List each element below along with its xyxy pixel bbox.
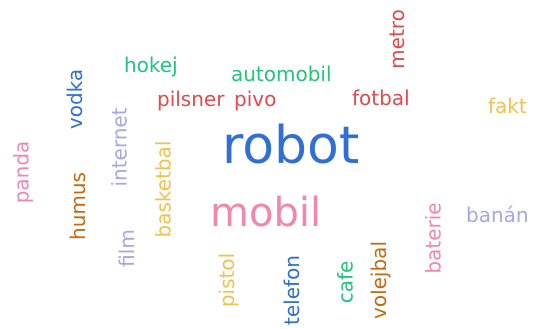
word-humus: humus — [65, 172, 90, 240]
word-banan: banán — [466, 203, 529, 227]
word-fotbal: fotbal — [352, 86, 410, 110]
word-pistol: pistol — [215, 252, 240, 308]
word-volejbal: volejbal — [367, 241, 391, 319]
word-pilsner: pilsner — [157, 87, 225, 111]
word-cafe: cafe — [333, 260, 358, 304]
word-fakt: fakt — [488, 94, 527, 118]
word-hokej: hokej — [124, 53, 178, 77]
word-pivo: pivo — [234, 87, 277, 111]
word-telefon: telefon — [279, 255, 304, 325]
word-basketbal: basketbal — [151, 140, 176, 238]
word-internet: internet — [107, 107, 132, 187]
word-cloud: robot mobil hokej automobil pilsner pivo… — [0, 0, 538, 329]
word-metro: metro — [384, 9, 409, 69]
word-vodka: vodka — [63, 68, 88, 130]
word-panda: panda — [9, 140, 34, 204]
word-robot: robot — [222, 116, 360, 176]
word-mobil: mobil — [210, 190, 322, 236]
word-film: film — [114, 229, 139, 267]
word-automobil: automobil — [231, 62, 332, 86]
word-baterie: baterie — [421, 202, 446, 274]
